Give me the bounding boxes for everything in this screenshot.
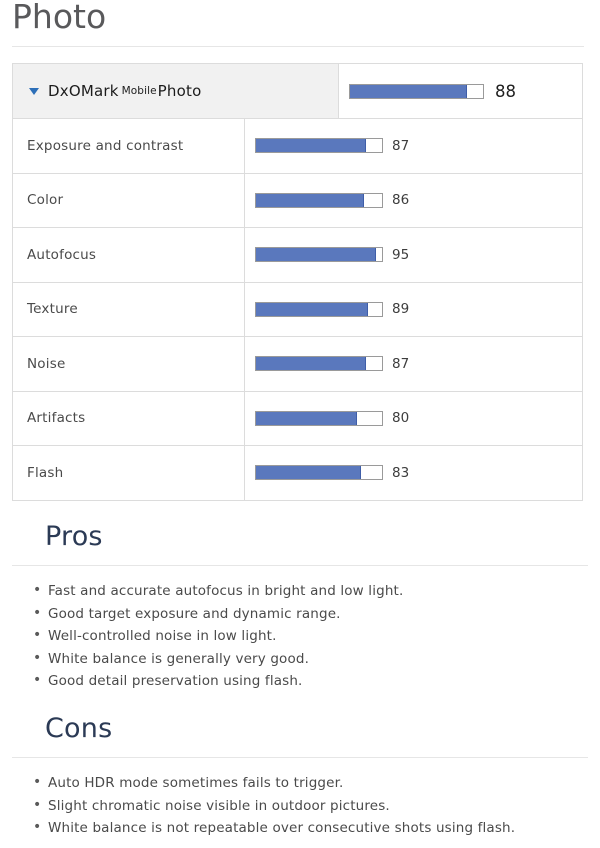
pros-divider bbox=[12, 565, 588, 566]
pros-section: Pros Fast and accurate autofocus in brig… bbox=[0, 518, 600, 693]
brand-name: DxOMark bbox=[48, 82, 119, 100]
pros-list-item: White balance is generally very good. bbox=[0, 647, 600, 671]
pros-list-item: Well-controlled noise in low light. bbox=[0, 624, 600, 648]
pros-list-item: Fast and accurate autofocus in bright an… bbox=[0, 579, 600, 603]
score-row-bar-cell: 86 bbox=[245, 173, 582, 227]
score-row-value: 87 bbox=[392, 137, 410, 154]
photo-review-page: Photo DxOMark Mobile Photo 88 Exposure a… bbox=[0, 0, 600, 848]
score-bar-track bbox=[255, 301, 383, 317]
score-bar-track bbox=[255, 192, 383, 208]
score-bar-track bbox=[255, 247, 383, 263]
score-row-bar-cell: 89 bbox=[245, 282, 582, 336]
score-bar-fill bbox=[256, 357, 366, 371]
score-row-bar-cell: 83 bbox=[245, 446, 582, 500]
score-row-label: Noise bbox=[13, 337, 245, 391]
score-bar: 95 bbox=[255, 247, 409, 263]
caret-down-icon[interactable] bbox=[29, 87, 39, 95]
score-table-body: Exposure and contrast 87 Color 86 Autofocus 9… bbox=[13, 119, 582, 501]
score-bar: 87 bbox=[255, 138, 409, 154]
cons-list: Auto HDR mode sometimes fails to trigger… bbox=[0, 771, 600, 840]
score-row-value: 95 bbox=[392, 246, 410, 263]
score-row-value: 87 bbox=[392, 355, 410, 372]
cons-list-item: White balance is not repeatable over con… bbox=[0, 816, 600, 840]
overall-score-track bbox=[349, 83, 484, 99]
score-bar: 89 bbox=[255, 301, 409, 317]
score-row-bar-cell: 87 bbox=[245, 119, 582, 173]
overall-score-fill bbox=[350, 84, 468, 98]
cons-divider bbox=[12, 757, 588, 758]
score-row-bar-cell: 80 bbox=[245, 391, 582, 445]
score-row: Color 86 bbox=[13, 173, 582, 228]
page-title: Photo bbox=[12, 0, 107, 36]
score-bar: 80 bbox=[255, 410, 409, 426]
score-bar-fill bbox=[256, 248, 376, 262]
score-table-header-label-cell: DxOMark Mobile Photo bbox=[13, 64, 339, 118]
brand-superscript: Mobile bbox=[121, 85, 157, 97]
score-bar-track bbox=[255, 410, 383, 426]
score-row-value: 80 bbox=[392, 410, 410, 427]
score-bar-track bbox=[255, 356, 383, 372]
score-bar-fill bbox=[256, 193, 365, 207]
pros-list-item: Good target exposure and dynamic range. bbox=[0, 602, 600, 626]
score-row-label: Flash bbox=[13, 446, 245, 500]
score-row-label: Autofocus bbox=[13, 228, 245, 282]
score-row: Flash 83 bbox=[13, 446, 582, 501]
score-bar-fill bbox=[256, 302, 369, 316]
score-row-label: Exposure and contrast bbox=[13, 119, 245, 173]
score-bar: 86 bbox=[255, 192, 409, 208]
cons-list-item: Slight chromatic noise visible in outdoo… bbox=[0, 794, 600, 818]
score-row: Artifacts 80 bbox=[13, 391, 582, 446]
cons-title: Cons bbox=[45, 713, 113, 744]
title-divider bbox=[12, 46, 584, 47]
score-table: DxOMark Mobile Photo 88 Exposure and con… bbox=[12, 63, 583, 501]
score-bar: 83 bbox=[255, 465, 409, 481]
overall-score-bar: 88 bbox=[349, 82, 516, 101]
score-row: Autofocus 95 bbox=[13, 228, 582, 283]
score-row: Texture 89 bbox=[13, 282, 582, 337]
score-row-label: Texture bbox=[13, 282, 245, 336]
score-row-label: Artifacts bbox=[13, 391, 245, 445]
cons-section: Cons Auto HDR mode sometimes fails to tr… bbox=[0, 710, 600, 840]
score-table-header-score-cell: 88 bbox=[339, 64, 582, 118]
overall-score-value: 88 bbox=[495, 81, 516, 101]
score-row-value: 83 bbox=[392, 464, 410, 481]
score-bar-fill bbox=[256, 411, 357, 425]
score-row-label: Color bbox=[13, 173, 245, 227]
score-row: Exposure and contrast 87 bbox=[13, 119, 582, 174]
pros-list: Fast and accurate autofocus in bright an… bbox=[0, 579, 600, 693]
cons-list-item: Auto HDR mode sometimes fails to trigger… bbox=[0, 771, 600, 795]
score-bar-fill bbox=[256, 139, 366, 153]
score-bar-track bbox=[255, 465, 383, 481]
score-bar-fill bbox=[256, 466, 361, 480]
score-table-header-row[interactable]: DxOMark Mobile Photo 88 bbox=[13, 64, 582, 119]
score-row: Noise 87 bbox=[13, 337, 582, 392]
score-row-bar-cell: 87 bbox=[245, 337, 582, 391]
pros-list-item: Good detail preservation using flash. bbox=[0, 669, 600, 693]
score-bar: 87 bbox=[255, 356, 409, 372]
score-row-value: 86 bbox=[392, 192, 410, 209]
score-row-value: 89 bbox=[392, 301, 410, 318]
score-bar-track bbox=[255, 138, 383, 154]
pros-title: Pros bbox=[45, 521, 103, 552]
category-name: Photo bbox=[157, 82, 202, 100]
score-row-bar-cell: 95 bbox=[245, 228, 582, 282]
